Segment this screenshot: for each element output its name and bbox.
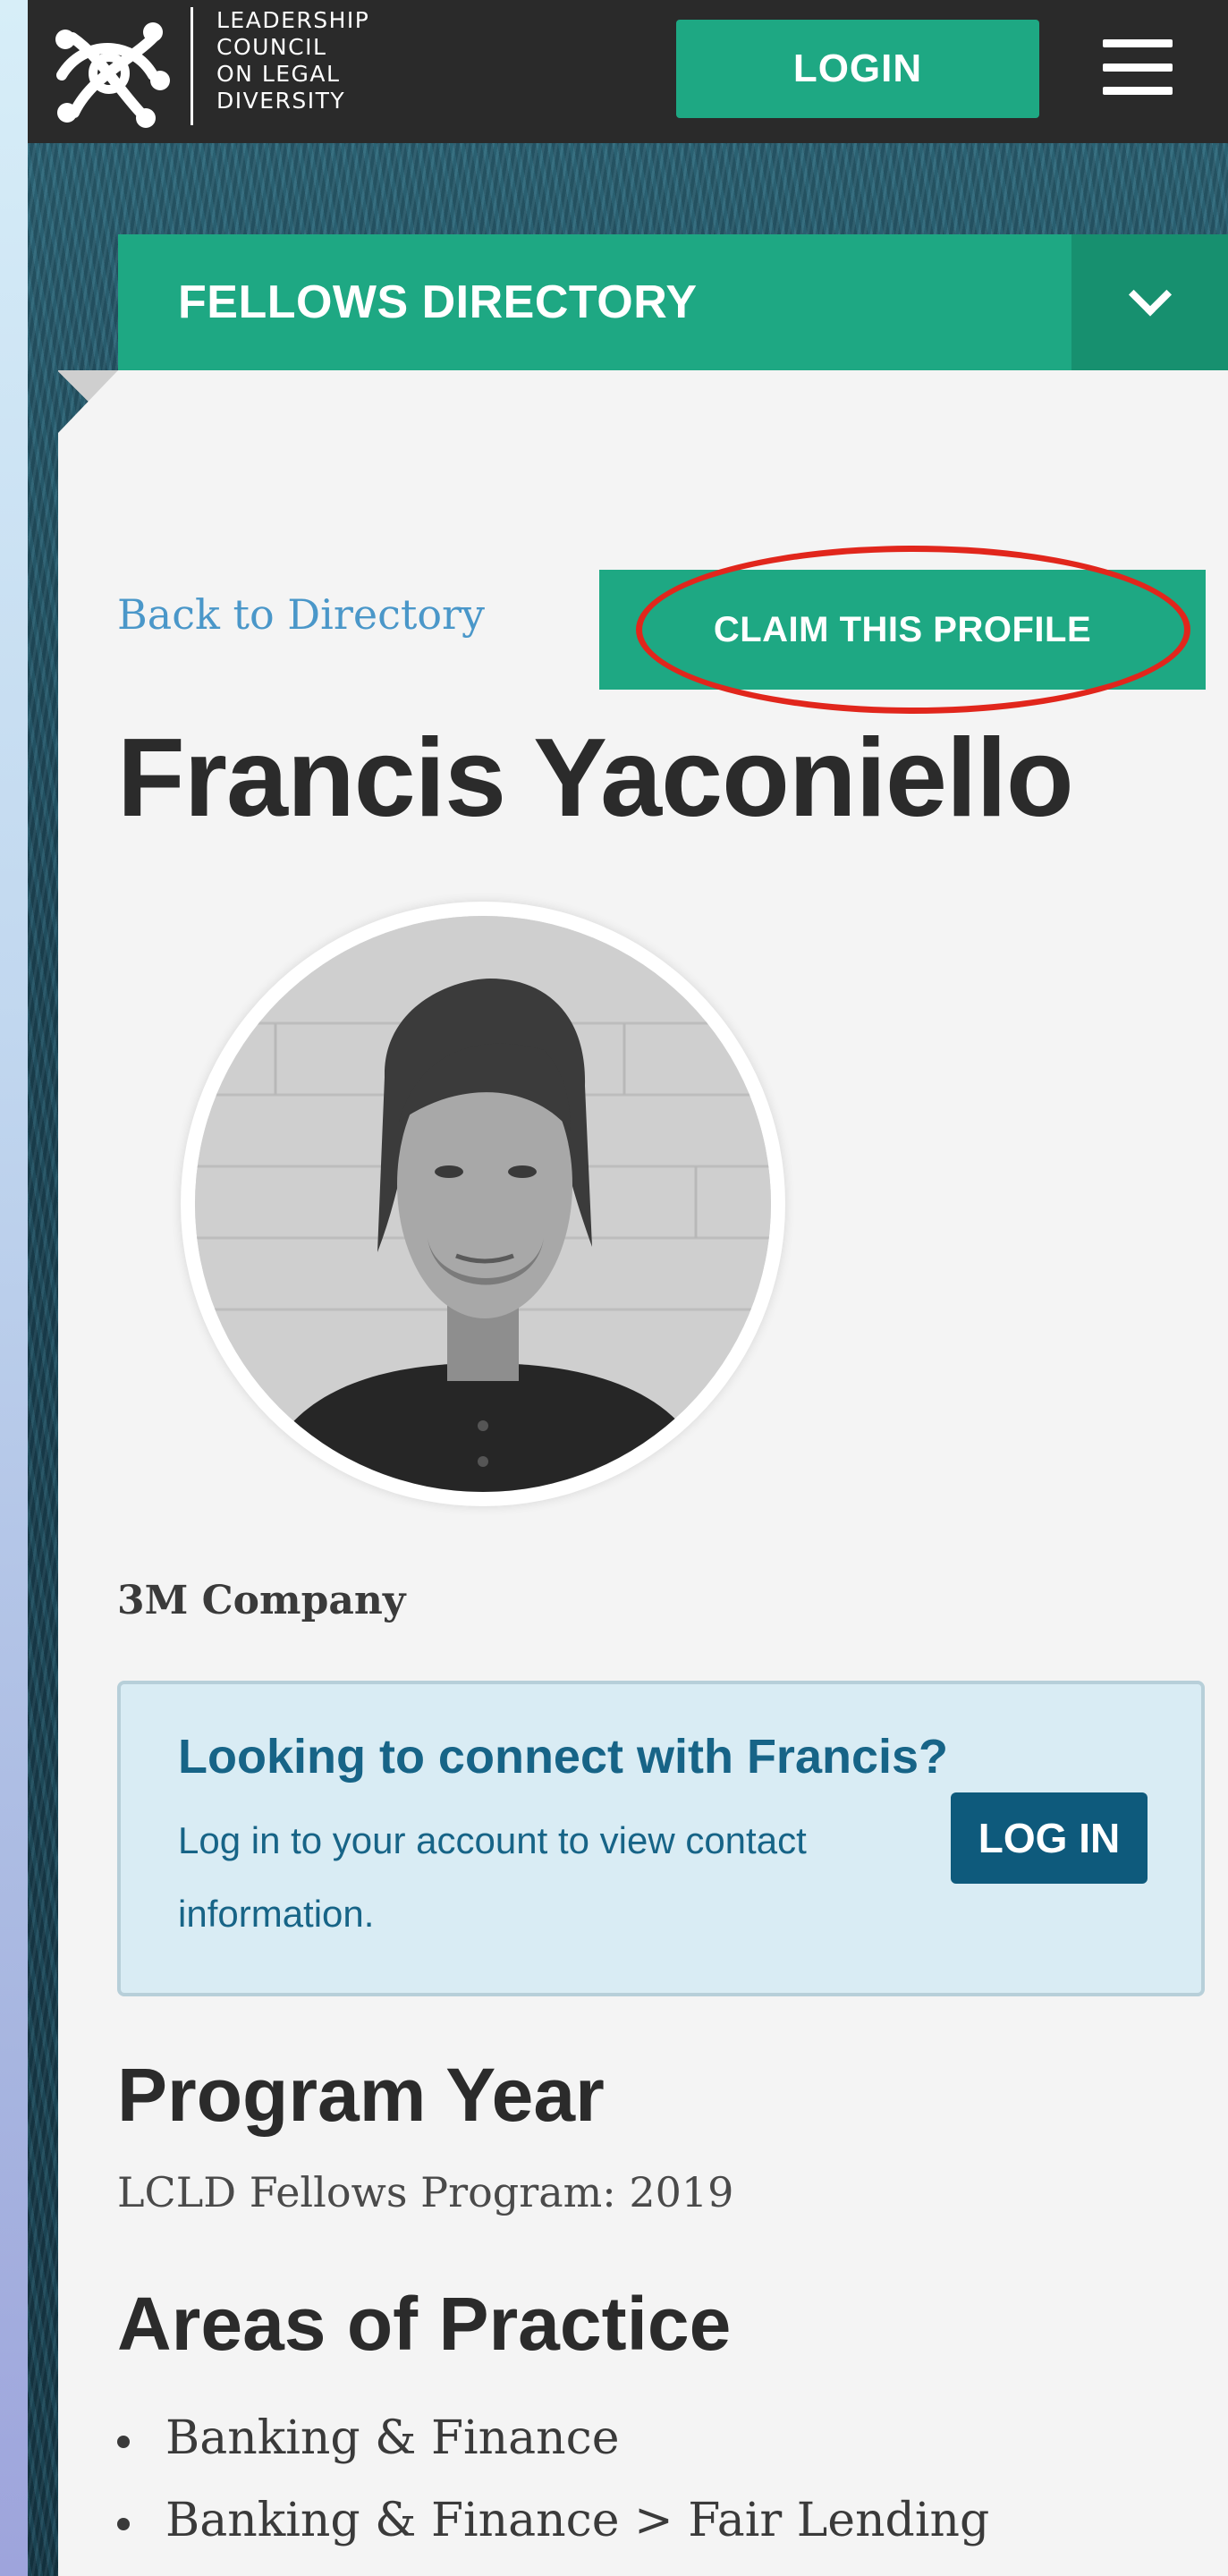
brand-name-line: COUNCIL (216, 34, 327, 60)
fellows-directory-title: FELLOWS DIRECTORY (178, 276, 698, 328)
connect-title: Looking to connect with Francis? (178, 1730, 949, 1784)
brand-name-line: LEADERSHIP (216, 7, 370, 33)
top-navigation-bar: LEADERSHIP COUNCIL ON LEGAL DIVERSITY LO… (28, 0, 1228, 143)
logo-divider (191, 7, 193, 125)
program-year-value: LCLD Fellows Program: 2019 (117, 2168, 734, 2216)
profile-company: 3M Company (117, 1578, 406, 1623)
connect-login-callout: Looking to connect with Francis? Log in … (117, 1681, 1205, 1996)
screenshot-side-strip (0, 0, 28, 2576)
lcld-logo-icon[interactable] (47, 13, 171, 131)
practice-area-label: Banking & Finance (165, 2411, 620, 2465)
areas-of-practice-heading: Areas of Practice (117, 2282, 732, 2366)
brand-name-line: DIVERSITY (216, 88, 346, 114)
fellows-directory-dropdown[interactable]: FELLOWS DIRECTORY (118, 234, 1228, 370)
brand-name[interactable]: LEADERSHIP COUNCIL ON LEGAL DIVERSITY (216, 7, 413, 114)
profile-name: Francis Yaconiello (117, 716, 1074, 840)
connect-description: Log in to your account to view contact i… (178, 1819, 807, 1935)
bullet-icon (117, 2436, 130, 2448)
list-item: Banking & Finance > Fair Lending (117, 2494, 1190, 2576)
profile-card: Back to Directory CLAIM THIS PROFILE Fra… (58, 370, 1228, 2576)
areas-of-practice-list: Banking & Finance Banking & Finance > Fa… (117, 2411, 1190, 2576)
menu-bar (1103, 63, 1173, 72)
header-login-button[interactable]: LOGIN (676, 20, 1039, 118)
brand-name-line: ON LEGAL (216, 61, 341, 87)
avatar (181, 902, 785, 1506)
app-window: LEADERSHIP COUNCIL ON LEGAL DIVERSITY LO… (28, 0, 1228, 2576)
claim-button-highlight-annotation (636, 546, 1190, 714)
bullet-icon (117, 2518, 130, 2530)
connect-login-button[interactable]: LOG IN (951, 1792, 1148, 1884)
back-to-directory-link[interactable]: Back to Directory (117, 590, 485, 639)
hamburger-menu-icon[interactable] (1103, 39, 1173, 95)
practice-area-label: Banking & Finance > Fair Lending (165, 2494, 990, 2547)
chevron-down-icon (1128, 273, 1172, 317)
directory-dropdown-toggle[interactable] (1071, 234, 1228, 370)
program-year-heading: Program Year (117, 2053, 605, 2137)
menu-bar (1103, 87, 1173, 95)
list-item: Banking & Finance (117, 2411, 1190, 2494)
menu-bar (1103, 39, 1173, 47)
profile-photo (195, 916, 771, 1492)
